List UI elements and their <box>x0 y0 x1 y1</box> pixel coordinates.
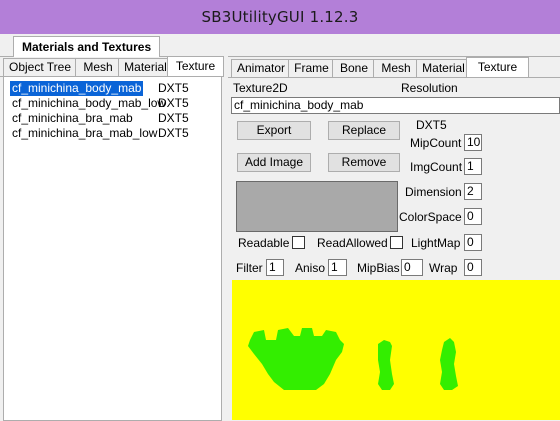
splitter[interactable] <box>224 56 228 420</box>
tab-material-left[interactable]: Material <box>118 58 173 76</box>
tab-mesh-left[interactable]: Mesh <box>75 58 121 76</box>
texture-name: cf_minichina_body_mab_low <box>12 96 167 110</box>
imgcount-field[interactable]: 1 <box>464 158 482 175</box>
texture-format: DXT5 <box>158 96 189 110</box>
mipcount-field[interactable]: 10 <box>464 134 482 151</box>
aniso-field[interactable]: 1 <box>328 259 347 276</box>
remove-button[interactable]: Remove <box>328 153 400 172</box>
main-tab-strip: Materials and Textures <box>0 34 560 57</box>
format-value: DXT5 <box>416 118 447 132</box>
lightmap-field[interactable]: 0 <box>464 234 482 251</box>
readallowed-label: ReadAllowed <box>317 236 388 250</box>
texture-preview-image <box>248 328 458 390</box>
texture-format: DXT5 <box>158 81 189 95</box>
texture-list[interactable]: cf_minichina_body_mab DXT5 cf_minichina_… <box>3 77 222 421</box>
resolution-label: Resolution <box>401 81 458 95</box>
mipcount-label: MipCount <box>410 136 462 150</box>
wrap-label: Wrap <box>429 261 458 275</box>
tab-materials-and-textures[interactable]: Materials and Textures <box>13 36 161 57</box>
mipbias-field[interactable]: 0 <box>401 259 423 276</box>
tab-animator[interactable]: Animator <box>231 59 291 77</box>
imgcount-label: ImgCount <box>410 160 463 174</box>
mipbias-label: MipBias <box>357 261 400 275</box>
texture-format: DXT5 <box>158 111 189 125</box>
tab-mesh-right[interactable]: Mesh <box>373 59 419 77</box>
tab-material-right[interactable]: Material <box>416 59 471 77</box>
add-image-button[interactable]: Add Image <box>237 153 311 172</box>
tab-bone[interactable]: Bone <box>332 59 376 77</box>
wrap-field[interactable]: 0 <box>464 259 482 276</box>
texture-name: cf_minichina_body_mab <box>8 80 145 97</box>
colorspace-label: ColorSpace <box>399 210 462 224</box>
readallowed-checkbox[interactable] <box>390 236 403 249</box>
title-bar: SB3UtilityGUI 1.12.3 <box>0 0 560 34</box>
tab-object-tree[interactable]: Object Tree <box>3 58 77 76</box>
right-tab-divider <box>228 77 560 78</box>
texture-format: DXT5 <box>158 126 189 140</box>
tab-frame[interactable]: Frame <box>288 59 335 77</box>
texture-preview <box>232 280 560 420</box>
dimension-label: Dimension <box>405 185 462 199</box>
lightmap-label: LightMap <box>411 236 461 250</box>
export-button[interactable]: Export <box>237 121 311 140</box>
readable-label: Readable <box>238 236 290 250</box>
replace-button[interactable]: Replace <box>328 121 400 140</box>
tab-texture-left[interactable]: Texture <box>167 56 224 76</box>
colorspace-field[interactable]: 0 <box>464 208 482 225</box>
texture-name: cf_minichina_bra_mab <box>12 111 133 125</box>
dimension-field[interactable]: 2 <box>464 183 482 200</box>
aniso-label: Aniso <box>295 261 326 275</box>
readable-checkbox[interactable] <box>292 236 305 249</box>
window-title: SB3UtilityGUI 1.12.3 <box>201 8 359 26</box>
color-swatch[interactable] <box>236 181 398 232</box>
texture-type-label: Texture2D <box>233 81 288 95</box>
filter-label: Filter <box>236 261 263 275</box>
tab-texture-right[interactable]: Texture <box>466 57 529 77</box>
texture-name-field[interactable]: cf_minichina_body_mab <box>231 97 560 114</box>
texture-name: cf_minichina_bra_mab_low <box>12 126 158 140</box>
filter-field[interactable]: 1 <box>266 259 284 276</box>
